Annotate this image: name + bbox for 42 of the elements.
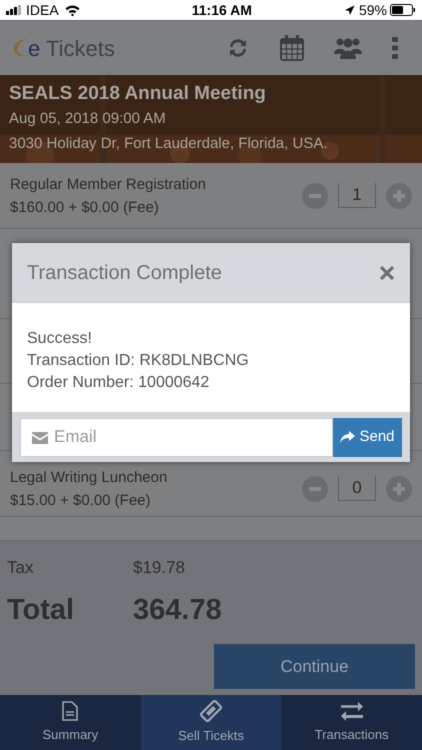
battery-icon (390, 4, 416, 16)
envelope-icon (32, 432, 48, 444)
group-icon[interactable] (334, 37, 362, 59)
email-field[interactable]: Email (20, 418, 333, 456)
nav-tab[interactable]: Sell Ticekts (140, 695, 282, 750)
send-button[interactable]: Send (333, 418, 402, 456)
location-arrow-icon (344, 4, 355, 16)
total-value: 364.78 (133, 592, 222, 628)
message-line: Success! (27, 328, 93, 348)
event-title: SEALS 2018 Annual Meeting (9, 82, 267, 106)
share-arrow-icon (340, 431, 356, 443)
plus-icon[interactable] (386, 476, 412, 502)
more-menu-icon[interactable] (392, 37, 398, 59)
signal-icon (6, 5, 23, 15)
minus-icon[interactable] (302, 476, 328, 502)
calendar-icon[interactable] (280, 35, 304, 61)
ticket-name: Regular Member Registration (10, 174, 207, 194)
minus-icon[interactable] (302, 182, 328, 208)
total-label: Total (7, 592, 76, 628)
tax-value: $19.78 (133, 557, 185, 579)
continue-button[interactable]: Continue (214, 644, 415, 689)
wifi-icon (64, 4, 80, 16)
clock-time: 11:16 AM (190, 0, 253, 20)
tax-label: Tax (7, 557, 34, 579)
ticket-name: Legal Writing Luncheon (10, 468, 168, 488)
plus-icon[interactable] (386, 182, 412, 208)
message-line: Transaction ID: RK8DLNBCNG (27, 350, 250, 370)
carrier-name: IDEA (26, 0, 59, 20)
close-icon[interactable] (379, 264, 395, 280)
swap-arrows-icon (340, 700, 364, 721)
quantity-field[interactable]: 0 (338, 476, 376, 501)
ticket-price: $15.00 + $0.00 (Fee) (10, 490, 152, 510)
dialog-title: Transaction Complete (27, 260, 223, 286)
event-date: Aug 05, 2018 09:00 AM (9, 109, 167, 129)
message-line: Order Number: 10000642 (27, 372, 210, 392)
quantity-field[interactable]: 1 (338, 183, 376, 208)
event-address: 3030 Holiday Dr, Fort Lauderdale, Florida, USA. (9, 134, 328, 154)
document-icon (62, 700, 78, 721)
logo-text: e Tickets (28, 34, 115, 62)
ticket-icon (200, 700, 222, 722)
ticket-price: $160.00 + $0.00 (Fee) (10, 198, 160, 218)
battery-percent: 59% (358, 0, 387, 20)
